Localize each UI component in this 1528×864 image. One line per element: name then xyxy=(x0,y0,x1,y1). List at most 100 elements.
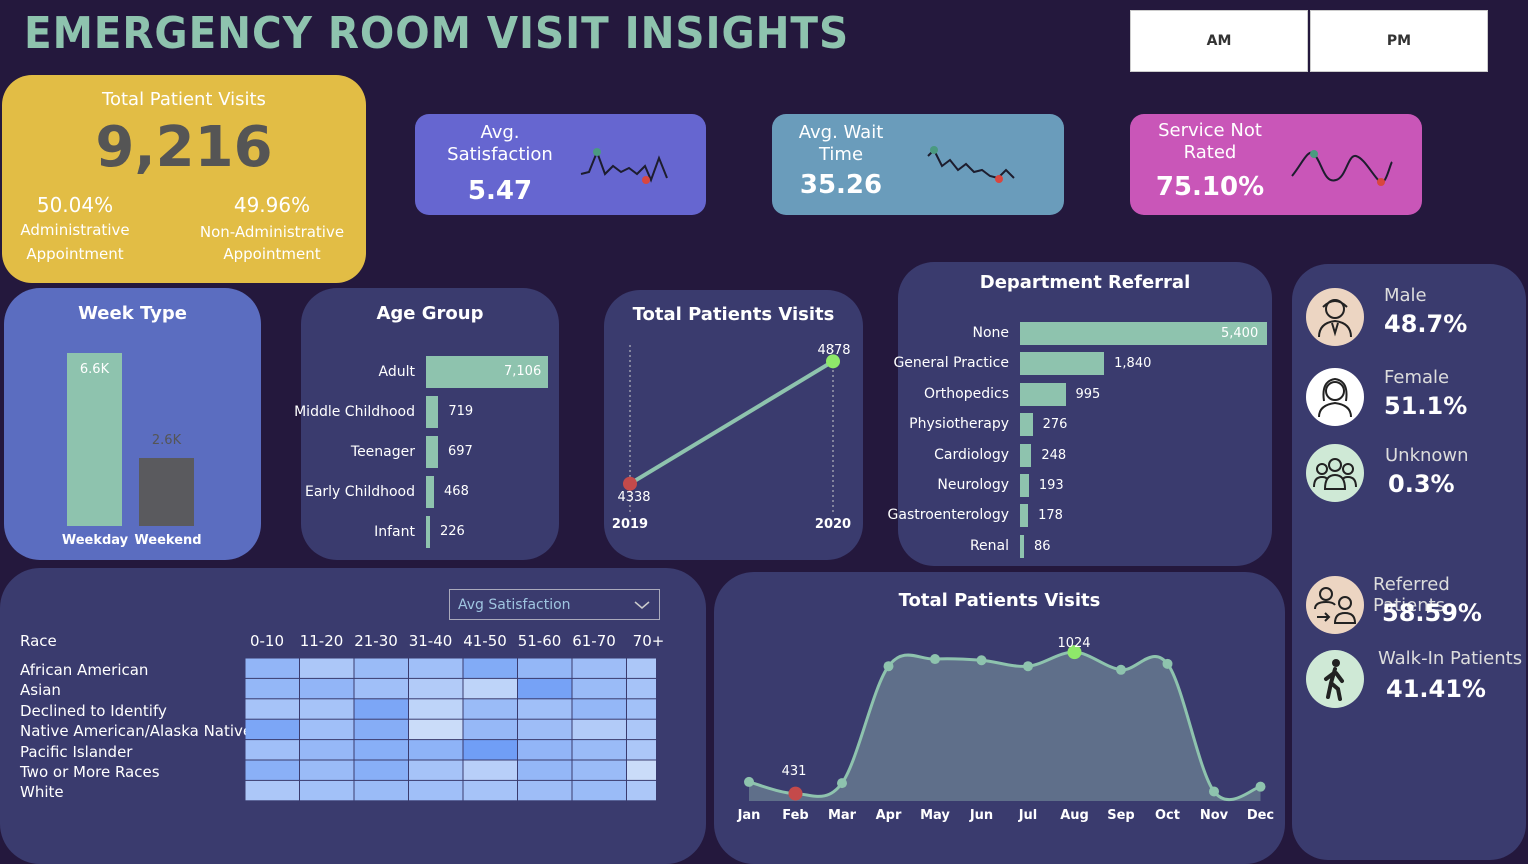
monthly-point[interactable] xyxy=(788,786,803,801)
heatmap-cell[interactable] xyxy=(572,740,627,760)
heatmap-cell[interactable] xyxy=(409,719,463,740)
age-bar[interactable] xyxy=(426,476,435,508)
heatmap-cell[interactable] xyxy=(409,760,463,780)
monthly-point[interactable] xyxy=(1116,664,1126,675)
heatmap-cell[interactable] xyxy=(572,780,627,801)
heatmap-cell[interactable] xyxy=(300,740,354,760)
heatmap-cell[interactable] xyxy=(463,678,518,699)
group-icon xyxy=(1306,444,1364,502)
heatmap-cell[interactable] xyxy=(627,658,656,678)
yearly-2020-value: 4878 xyxy=(817,343,851,358)
heatmap-cell[interactable] xyxy=(245,699,300,719)
heatmap-cell[interactable] xyxy=(572,719,627,740)
heatmap-cell[interactable] xyxy=(627,719,656,740)
heatmap-cell[interactable] xyxy=(409,740,463,760)
heatmap-cell[interactable] xyxy=(409,699,463,719)
heatmap-cell[interactable] xyxy=(354,719,409,740)
age-bar[interactable] xyxy=(426,396,439,428)
monthly-point[interactable] xyxy=(744,776,754,787)
heatmap-cell[interactable] xyxy=(463,719,518,740)
heatmap-cell[interactable] xyxy=(300,760,354,780)
monthly-point[interactable] xyxy=(883,661,894,672)
heatmap-cell[interactable] xyxy=(409,780,463,801)
heatmap-cell[interactable] xyxy=(245,719,300,740)
heatmap-cell[interactable] xyxy=(245,740,300,760)
heatmap-cell[interactable] xyxy=(409,658,463,678)
heatmap-cell[interactable] xyxy=(627,699,656,719)
heatmap-cell[interactable] xyxy=(300,658,354,678)
monthly-point[interactable] xyxy=(1162,658,1173,669)
yearly-visits-card: Total Patients Visits 4338 4878 2019 202… xyxy=(604,290,863,560)
total-visits-label: Total Patient Visits xyxy=(102,89,266,110)
department-bar[interactable] xyxy=(1020,382,1066,406)
department-category-label: Orthopedics xyxy=(924,385,1009,402)
heatmap-cell[interactable] xyxy=(354,678,409,699)
heatmap-cell[interactable] xyxy=(572,678,627,699)
department-bar[interactable] xyxy=(1020,352,1105,376)
heatmap-cell[interactable] xyxy=(463,740,518,760)
age-bar[interactable] xyxy=(426,516,430,548)
total-visits-value: 9,216 xyxy=(95,115,273,180)
heatmap-cell[interactable] xyxy=(627,678,656,699)
heatmap-cell[interactable] xyxy=(463,760,518,780)
satisfaction-kpi-card: Avg. Satisfaction 5.47 xyxy=(415,114,706,215)
monthly-axis-label: Jul xyxy=(1018,808,1038,823)
heatmap-cell[interactable] xyxy=(518,678,572,699)
heatmap-cell[interactable] xyxy=(300,699,354,719)
monthly-point[interactable] xyxy=(1023,661,1033,672)
heatmap-cell[interactable] xyxy=(245,780,300,801)
nonadmin-label-2: Appointment xyxy=(223,245,321,263)
heatmap-cell[interactable] xyxy=(354,658,409,678)
heatmap-cell[interactable] xyxy=(245,658,300,678)
monthly-point[interactable] xyxy=(1209,786,1219,797)
heatmap-cell[interactable] xyxy=(463,699,518,719)
heatmap-cell[interactable] xyxy=(627,740,656,760)
department-category-label: Physiotherapy xyxy=(909,416,1009,433)
heatmap-cell[interactable] xyxy=(409,678,463,699)
monthly-point[interactable] xyxy=(976,655,987,666)
heatmap-cell[interactable] xyxy=(245,760,300,780)
heatmap-cell[interactable] xyxy=(354,780,409,801)
heatmap-cell[interactable] xyxy=(300,780,354,801)
heatmap-cell[interactable] xyxy=(518,760,572,780)
satisfaction-label-1: Avg. xyxy=(480,122,520,143)
heatmap-cell[interactable] xyxy=(300,719,354,740)
heatmap-cell[interactable] xyxy=(572,699,627,719)
heatmap-cell[interactable] xyxy=(627,760,656,780)
age-bar[interactable] xyxy=(426,436,438,468)
heatmap-cell[interactable] xyxy=(518,719,572,740)
metric-select[interactable]: Avg Satisfaction xyxy=(449,589,660,620)
heatmap-cell[interactable] xyxy=(354,740,409,760)
weekend-bar[interactable] xyxy=(139,458,194,526)
department-bar[interactable] xyxy=(1020,504,1029,528)
heatmap-cell[interactable] xyxy=(245,678,300,699)
department-bar[interactable] xyxy=(1020,474,1029,497)
heatmap-row-label: Asian xyxy=(20,681,61,700)
department-category-label: None xyxy=(972,325,1009,341)
monthly-point[interactable] xyxy=(1255,781,1266,792)
department-bar[interactable] xyxy=(1020,443,1032,467)
unknown-value: 0.3% xyxy=(1388,470,1455,498)
am-filter-button[interactable]: AM xyxy=(1130,10,1308,72)
monthly-point[interactable] xyxy=(930,654,940,665)
heatmap-cell[interactable] xyxy=(463,780,518,801)
heatmap-cell[interactable] xyxy=(518,658,572,678)
heatmap-cell[interactable] xyxy=(572,658,627,678)
heatmap-cell[interactable] xyxy=(627,780,656,801)
heatmap-cell[interactable] xyxy=(572,760,627,780)
department-bar[interactable] xyxy=(1020,534,1024,558)
heatmap-cell[interactable] xyxy=(354,699,409,719)
heatmap-cell[interactable] xyxy=(300,678,354,699)
not-rated-label-2: Rated xyxy=(1183,142,1237,163)
heatmap-cell[interactable] xyxy=(518,740,572,760)
department-bar[interactable] xyxy=(1020,413,1033,437)
department-bar-value: 178 xyxy=(1038,508,1063,524)
heatmap-cell[interactable] xyxy=(354,760,409,780)
heatmap-cell[interactable] xyxy=(518,699,572,719)
pm-filter-button[interactable]: PM xyxy=(1310,10,1488,72)
department-bar-value: 5,400 xyxy=(1221,326,1259,341)
weekday-bar[interactable] xyxy=(67,353,122,526)
heatmap-cell[interactable] xyxy=(518,780,572,801)
heatmap-cell[interactable] xyxy=(463,658,518,678)
monthly-point[interactable] xyxy=(837,778,847,789)
